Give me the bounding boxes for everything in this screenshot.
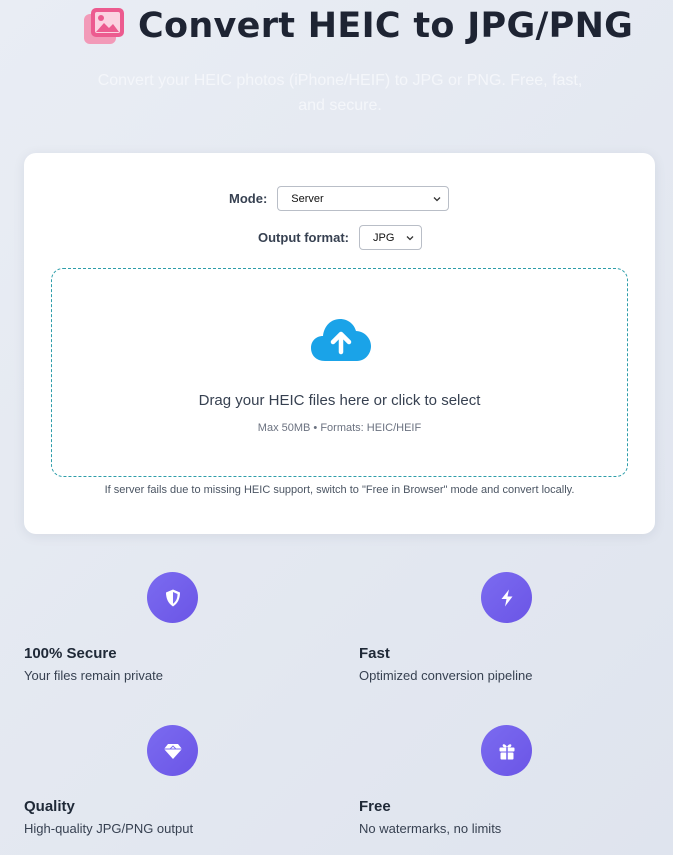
feature-title: Quality [24, 798, 75, 815]
chevron-down-icon [406, 235, 414, 240]
feature-desc: High-quality JPG/PNG output [24, 821, 194, 836]
chevron-down-icon [433, 196, 441, 201]
format-row: Output format: JPG [258, 225, 422, 250]
format-label: Output format: [258, 230, 349, 245]
format-select-value: JPG [372, 231, 395, 244]
feature-title: Fast [359, 645, 390, 662]
feature-desc: No watermarks, no limits [359, 821, 502, 836]
images-icon [84, 8, 124, 44]
shield-icon [165, 589, 180, 606]
dropzone-subtext: Max 50MB • Formats: HEIC/HEIF [257, 422, 422, 434]
gem-icon [163, 743, 182, 759]
page-subtitle: Convert your HEIC photos (iPhone/HEIF) t… [97, 72, 583, 114]
feature-desc: Optimized conversion pipeline [359, 668, 533, 683]
format-select[interactable]: JPG [358, 225, 422, 250]
feature-title: 100% Secure [24, 645, 117, 662]
feature-icon-badge [147, 572, 198, 623]
mode-select-value: Server [291, 192, 324, 205]
dropzone-text: Drag your HEIC files here or click to se… [198, 392, 481, 409]
mode-row: Mode: Server [229, 186, 450, 211]
gift-icon [499, 743, 514, 759]
bolt-icon [501, 589, 512, 606]
feature-desc: Your files remain private [24, 668, 163, 683]
converter-card: Mode: Server Output format: JPG Drag you… [24, 153, 655, 534]
feature-icon-badge [481, 572, 532, 623]
feature-icon-badge [481, 725, 532, 776]
feature-icon-badge [147, 725, 198, 776]
feature-title: Free [359, 798, 391, 815]
mode-select[interactable]: Server [277, 186, 450, 211]
title-row: Convert HEIC to JPG/PNG [82, 4, 633, 48]
cloud-upload-icon [311, 319, 371, 361]
file-dropzone[interactable]: Drag your HEIC files here or click to se… [51, 268, 628, 477]
mode-label: Mode: [229, 191, 268, 206]
page-title: Convert HEIC to JPG/PNG [138, 6, 634, 46]
fallback-note: If server fails due to missing HEIC supp… [104, 484, 575, 496]
